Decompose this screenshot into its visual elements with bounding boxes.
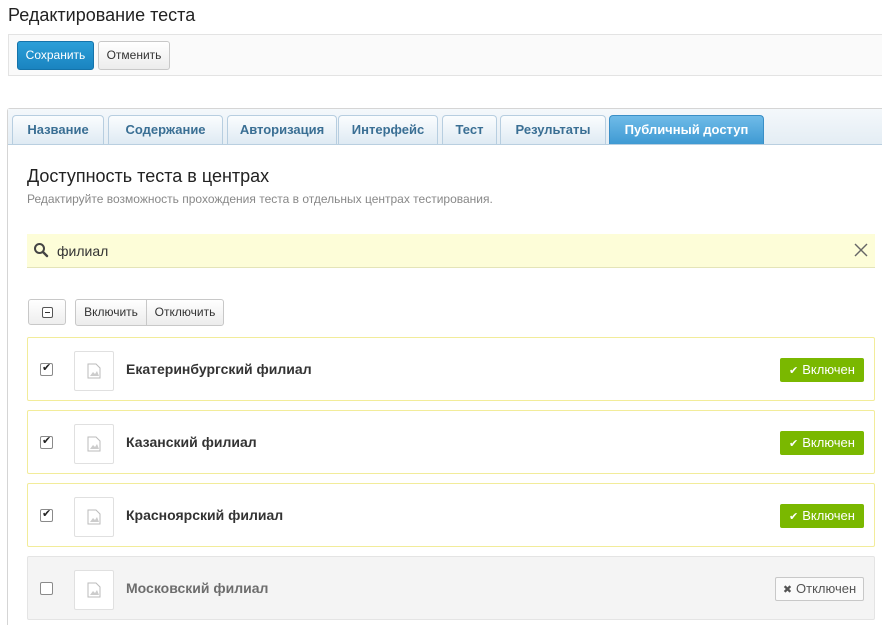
close-icon[interactable] — [853, 242, 869, 258]
row-checkbox[interactable] — [40, 434, 53, 449]
tab-authorization[interactable]: Авторизация — [227, 115, 337, 144]
list-item[interactable]: Екатеринбургский филиал ✔Включен — [27, 337, 875, 401]
image-placeholder-icon — [74, 497, 114, 537]
list-item[interactable]: Московский филиал ✖ Отключен — [27, 556, 875, 620]
check-icon: ✔ — [789, 511, 799, 523]
check-icon: ✔ — [789, 365, 799, 377]
section-title: Доступность теста в центрах — [27, 166, 270, 186]
status-badge[interactable]: ✔ Включен — [780, 358, 864, 382]
center-name: Красноярский филиал — [126, 507, 284, 523]
status-badge[interactable]: ✔ Включен — [780, 431, 864, 455]
tab-name[interactable]: Название — [12, 115, 104, 144]
tab-bar: Название Содержание Авторизация Интерфей… — [8, 109, 882, 145]
search-bar — [27, 234, 875, 268]
list-item[interactable]: Казанский филиал ✔Включен — [27, 410, 875, 474]
edit-panel: Название Содержание Авторизация Интерфей… — [7, 108, 882, 625]
row-checkbox[interactable] — [40, 507, 53, 522]
center-name: Екатеринбургский филиал — [126, 361, 312, 377]
cancel-button[interactable]: Отменить — [98, 41, 170, 70]
list-item[interactable]: Красноярский филиал ✔Включен — [27, 483, 875, 547]
section-subtitle: Редактируйте возможность прохождения тес… — [27, 192, 493, 206]
status-badge[interactable]: ✖ Отключен — [775, 577, 864, 601]
image-placeholder-icon — [74, 570, 114, 610]
page-title: Редактирование теста — [8, 5, 196, 25]
image-placeholder-icon — [74, 424, 114, 464]
status-badge[interactable]: ✔ Включен — [780, 504, 864, 528]
tab-public-access[interactable]: Публичный доступ — [609, 115, 764, 144]
x-icon: ✖ — [782, 584, 793, 596]
row-checkbox[interactable] — [40, 361, 53, 376]
select-all-toggle[interactable] — [28, 299, 66, 325]
minus-checkbox-icon — [42, 307, 53, 318]
tab-test[interactable]: Тест — [442, 115, 497, 144]
toolbar: Сохранить Отменить — [8, 34, 882, 76]
row-checkbox[interactable] — [40, 582, 53, 595]
search-input[interactable] — [57, 239, 837, 263]
tab-content[interactable]: Содержание — [108, 115, 223, 144]
image-placeholder-icon — [74, 351, 114, 391]
tab-results[interactable]: Результаты — [500, 115, 606, 144]
center-name: Казанский филиал — [126, 434, 257, 450]
disable-button[interactable]: Отключить — [146, 299, 224, 326]
check-icon: ✔ — [789, 438, 799, 450]
enable-button[interactable]: Включить — [75, 299, 147, 326]
search-icon — [33, 242, 49, 258]
center-name: Московский филиал — [126, 580, 269, 596]
tab-interface[interactable]: Интерфейс — [338, 115, 438, 144]
save-button[interactable]: Сохранить — [17, 41, 94, 70]
